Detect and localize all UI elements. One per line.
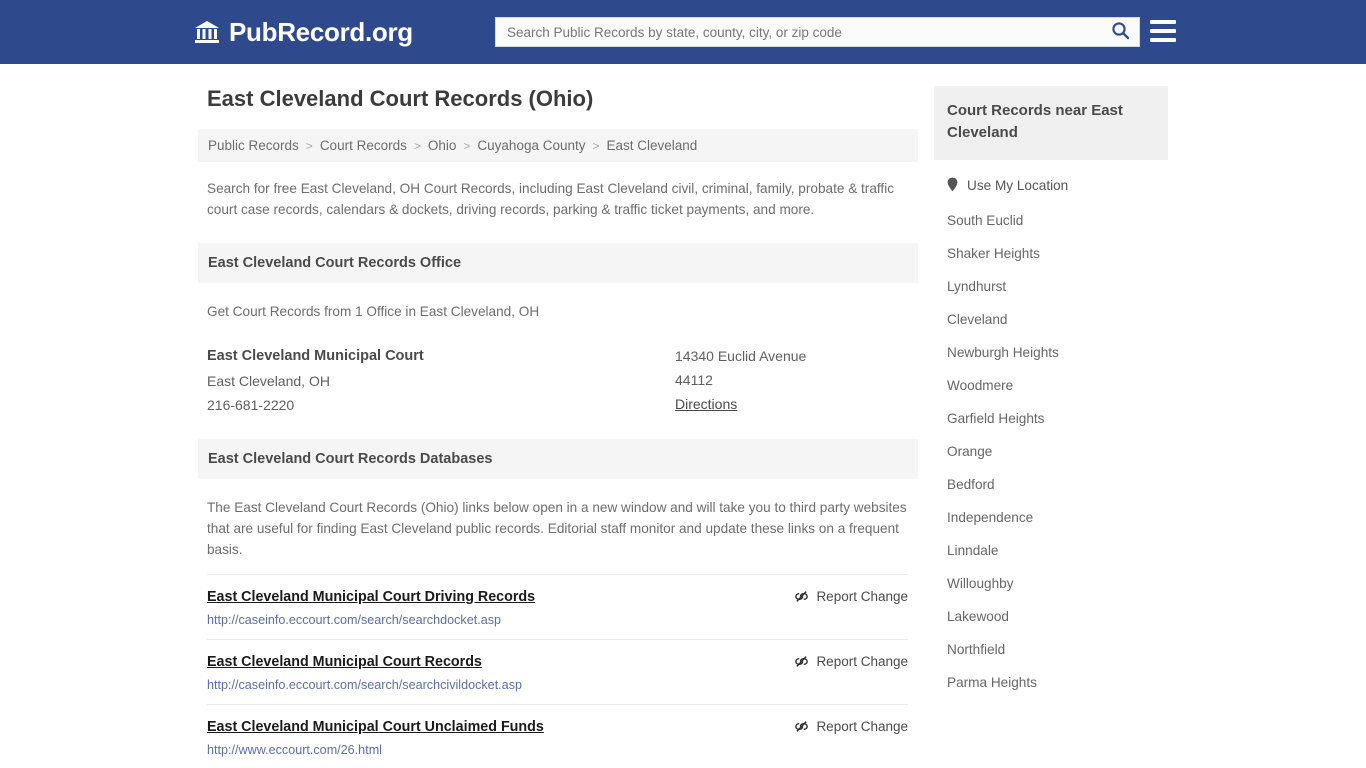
sidebar-nearby-list: Use My Location South Euclid Shaker Heig… (934, 168, 1168, 699)
use-my-location-button[interactable]: Use My Location (934, 168, 1168, 204)
database-link-url[interactable]: http://caseinfo.eccourt.com/search/searc… (207, 678, 794, 692)
page-title: East Cleveland Court Records (Ohio) (207, 86, 594, 111)
sidebar-item-label: Willoughby (947, 575, 1014, 591)
report-change-label: Report Change (816, 588, 908, 604)
search-button[interactable] (1101, 18, 1139, 46)
main-column: East Cleveland Court Records (Ohio) Publ… (198, 86, 918, 768)
office-card-left: East Cleveland Municipal Court East Clev… (207, 344, 675, 417)
sidebar-item-independence[interactable]: Independence (934, 501, 1168, 534)
sidebar-item-label: Bedford (947, 476, 995, 492)
use-my-location-label: Use My Location (967, 178, 1069, 193)
breadcrumb-separator: > (413, 138, 421, 153)
content-container: East Cleveland Court Records (Ohio) Publ… (198, 86, 1168, 768)
database-link-info: East Cleveland Municipal Court Records h… (207, 653, 794, 692)
intro-paragraph: Search for free East Cleveland, OH Court… (207, 181, 895, 218)
office-card: East Cleveland Municipal Court East Clev… (207, 344, 908, 417)
office-street: 14340 Euclid Avenue (675, 347, 807, 364)
database-link-row: East Cleveland Municipal Court Driving R… (207, 573, 908, 640)
sidebar-item-label: Northfield (947, 641, 1006, 657)
breadcrumb: Public Records > Court Records > Ohio > … (198, 129, 918, 163)
sidebar-item-newburgh-heights[interactable]: Newburgh Heights (934, 336, 1168, 369)
sidebar-item-label: Shaker Heights (947, 245, 1040, 261)
broken-link-icon (794, 654, 809, 669)
report-change-button[interactable]: Report Change (794, 653, 908, 669)
database-link-title[interactable]: East Cleveland Municipal Court Unclaimed… (207, 719, 544, 735)
database-link-row: East Cleveland Municipal Court Records h… (207, 640, 908, 705)
sidebar-item-bedford[interactable]: Bedford (934, 468, 1168, 501)
bank-building-icon (193, 18, 221, 46)
report-change-button[interactable]: Report Change (794, 588, 908, 604)
sidebar-heading: Court Records near East Cleveland (934, 86, 1168, 160)
breadcrumb-separator: > (305, 138, 313, 153)
sidebar-item-label: Newburgh Heights (947, 344, 1059, 360)
database-link-title[interactable]: East Cleveland Municipal Court Records (207, 654, 482, 670)
office-section-subtitle: Get Court Records from 1 Office in East … (207, 303, 540, 319)
site-logo[interactable]: PubRecord.org (193, 18, 413, 46)
sidebar-item-label: Linndale (947, 542, 999, 558)
report-change-button[interactable]: Report Change (794, 718, 908, 734)
database-links-list: East Cleveland Municipal Court Driving R… (207, 573, 908, 768)
broken-link-icon (794, 589, 809, 604)
databases-section-heading: East Cleveland Court Records Databases (198, 438, 918, 479)
database-link-row: East Cleveland Municipal Court Unclaimed… (207, 705, 908, 768)
sidebar-item-woodmere[interactable]: Woodmere (934, 369, 1168, 402)
map-pin-icon (947, 177, 958, 195)
sidebar-item-willoughby[interactable]: Willoughby (934, 567, 1168, 600)
breadcrumb-item-court-records[interactable]: Court Records (320, 138, 407, 153)
sidebar-item-label: Orange (947, 443, 993, 459)
breadcrumb-separator: > (592, 138, 600, 153)
sidebar-item-label: Lyndhurst (947, 278, 1007, 294)
sidebar: Court Records near East Cleveland Use My… (934, 86, 1168, 699)
office-city-state: East Cleveland, OH (207, 372, 330, 389)
office-name: East Cleveland Municipal Court (207, 347, 424, 364)
database-link-info: East Cleveland Municipal Court Driving R… (207, 588, 794, 627)
databases-section-description: The East Cleveland Court Records (Ohio) … (207, 499, 907, 557)
report-change-label: Report Change (816, 718, 908, 734)
sidebar-item-cleveland[interactable]: Cleveland (934, 303, 1168, 336)
directions-link[interactable]: Directions (675, 392, 737, 416)
sidebar-item-shaker-heights[interactable]: Shaker Heights (934, 237, 1168, 270)
sidebar-item-lyndhurst[interactable]: Lyndhurst (934, 270, 1168, 303)
search-input[interactable] (496, 18, 1101, 46)
hamburger-bar (1150, 38, 1176, 42)
hamburger-bar (1150, 29, 1176, 33)
sidebar-item-label: Garfield Heights (947, 410, 1045, 426)
sidebar-item-garfield-heights[interactable]: Garfield Heights (934, 402, 1168, 435)
office-section-heading: East Cleveland Court Records Office (198, 242, 918, 283)
breadcrumb-item-ohio[interactable]: Ohio (428, 138, 457, 153)
report-change-label: Report Change (816, 653, 908, 669)
sidebar-item-linndale[interactable]: Linndale (934, 534, 1168, 567)
breadcrumb-item-east-cleveland[interactable]: East Cleveland (607, 138, 698, 153)
sidebar-item-parma-heights[interactable]: Parma Heights (934, 666, 1168, 699)
sidebar-item-orange[interactable]: Orange (934, 435, 1168, 468)
sidebar-item-label: Woodmere (947, 377, 1014, 393)
brand-name: PubRecord.org (229, 17, 413, 47)
sidebar-item-label: Independence (947, 509, 1034, 525)
sidebar-item-northfield[interactable]: Northfield (934, 633, 1168, 666)
broken-link-icon (794, 719, 809, 734)
sidebar-item-label: Parma Heights (947, 674, 1037, 690)
sidebar-item-label: Cleveland (947, 311, 1008, 327)
breadcrumb-item-cuyahoga-county[interactable]: Cuyahoga County (477, 138, 585, 153)
breadcrumb-separator: > (463, 138, 471, 153)
search-bar[interactable] (495, 17, 1140, 47)
sidebar-item-label: South Euclid (947, 212, 1024, 228)
database-link-url[interactable]: http://www.eccourt.com/26.html (207, 743, 794, 757)
office-zip: 44112 (675, 371, 713, 388)
sidebar-item-south-euclid[interactable]: South Euclid (934, 204, 1168, 237)
sidebar-item-label: Lakewood (947, 608, 1009, 624)
sidebar-item-lakewood[interactable]: Lakewood (934, 600, 1168, 633)
database-link-url[interactable]: http://caseinfo.eccourt.com/search/searc… (207, 613, 794, 627)
office-phone: 216-681-2220 (207, 396, 295, 413)
page-body: East Cleveland Court Records (Ohio) Publ… (0, 64, 1366, 768)
hamburger-bar (1150, 20, 1176, 24)
database-link-title[interactable]: East Cleveland Municipal Court Driving R… (207, 589, 535, 605)
search-icon (1111, 21, 1130, 43)
database-link-info: East Cleveland Municipal Court Unclaimed… (207, 718, 794, 757)
site-header: PubRecord.org (0, 0, 1366, 64)
office-card-right: 14340 Euclid Avenue 44112 Directions (675, 344, 908, 417)
hamburger-menu-icon[interactable] (1150, 20, 1176, 42)
breadcrumb-item-public-records[interactable]: Public Records (208, 138, 299, 153)
